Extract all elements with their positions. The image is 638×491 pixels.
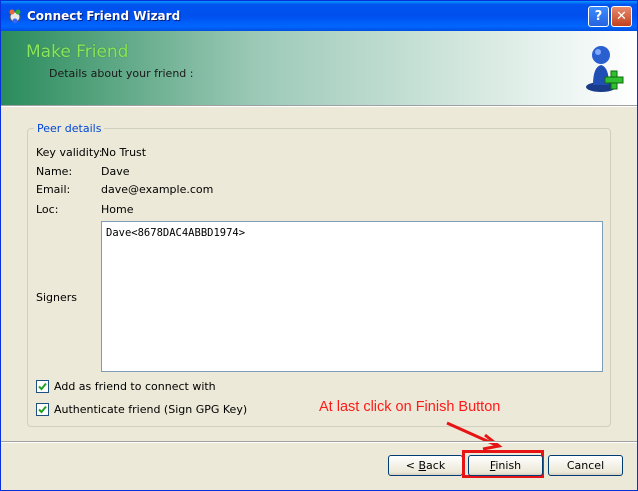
header-divider-highlight (1, 106, 637, 107)
signers-text: Dave<8678DAC4ABBD1974> (106, 227, 246, 239)
wizard-header: Make Friend Details about your friend : (1, 31, 637, 105)
authenticate-friend-checkbox[interactable] (36, 403, 49, 416)
authenticate-friend-label[interactable]: Authenticate friend (Sign GPG Key) (54, 403, 247, 416)
signers-label: Signers (36, 291, 78, 304)
wizard-window: Connect Friend Wizard ? ✕ Make Friend De… (0, 0, 638, 491)
email-value: dave@example.com (101, 183, 214, 196)
cancel-button[interactable]: Cancel (548, 455, 623, 476)
name-label: Name: (36, 165, 73, 178)
name-value: Dave (101, 165, 130, 178)
loc-label: Loc: (36, 203, 59, 216)
back-button-accel: B (418, 459, 427, 472)
page-subtitle: Details about your friend : (49, 67, 194, 80)
app-wizard-icon (9, 9, 21, 24)
help-button[interactable]: ? (588, 6, 609, 27)
title-bar[interactable]: Connect Friend Wizard ? ✕ (1, 1, 637, 31)
key-validity-label: Key validity: (36, 146, 103, 159)
back-button-prefix: < (405, 459, 419, 472)
user-add-icon (586, 46, 624, 92)
signers-textbox[interactable]: Dave<8678DAC4ABBD1974> (101, 221, 603, 372)
footer-divider-highlight (1, 442, 637, 443)
window-title: Connect Friend Wizard (27, 9, 181, 23)
back-button-rest: ack (426, 459, 446, 472)
back-button[interactable]: < Back (388, 455, 463, 476)
email-label: Email: (36, 183, 71, 196)
add-friend-checkbox[interactable] (36, 380, 49, 393)
finish-button[interactable]: Finish (468, 455, 543, 476)
checkmark-icon (38, 405, 47, 414)
peer-details-legend: Peer details (34, 122, 105, 135)
loc-value: Home (101, 203, 134, 216)
checkmark-icon (38, 382, 47, 391)
close-button[interactable]: ✕ (611, 6, 632, 27)
finish-button-rest: inish (495, 459, 522, 472)
page-title: Make Friend (26, 42, 129, 62)
annotation-arrow-icon (446, 421, 503, 451)
annotation-text: At last click on Finish Button (319, 399, 501, 415)
add-friend-label[interactable]: Add as friend to connect with (54, 380, 216, 393)
key-validity-value: No Trust (101, 146, 147, 159)
